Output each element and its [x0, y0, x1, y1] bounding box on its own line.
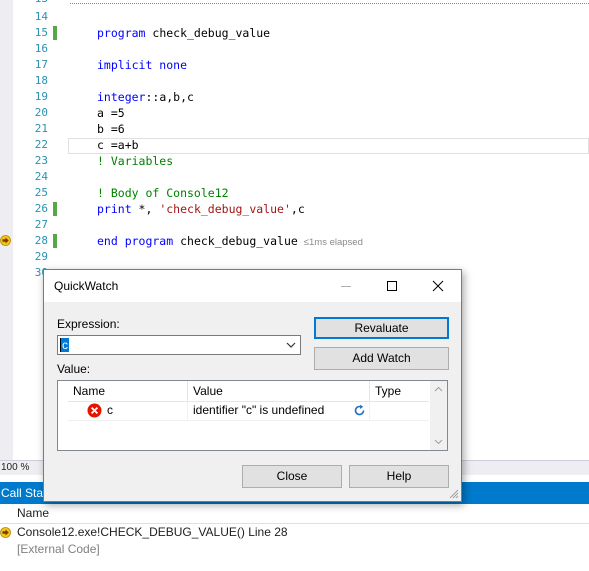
- refresh-icon[interactable]: [353, 404, 366, 417]
- line-number: 25: [34, 186, 48, 199]
- grid-header: Name Value Type: [68, 381, 429, 402]
- call-stack-row[interactable]: Console12.exe!CHECK_DEBUG_VALUE() Line 2…: [0, 524, 589, 541]
- expression-label: Expression:: [57, 317, 120, 331]
- maximize-button[interactable]: [369, 270, 415, 302]
- close-button[interactable]: Close: [242, 465, 342, 488]
- close-window-button[interactable]: [415, 270, 461, 302]
- code-line: 29: [0, 249, 589, 265]
- change-marker: [53, 26, 57, 40]
- code-line[interactable]: 20 a =5: [0, 105, 589, 121]
- help-button[interactable]: Help: [349, 465, 449, 488]
- code-text[interactable]: program check_debug_value: [97, 25, 270, 41]
- code-line[interactable]: 21 b =6: [0, 121, 589, 137]
- line-number: 21: [34, 122, 48, 135]
- frame-name: Console12.exe!CHECK_DEBUG_VALUE() Line 2…: [17, 525, 288, 539]
- code-comment[interactable]: ! Body of Console12: [97, 185, 229, 201]
- variable-name: c: [107, 403, 113, 417]
- type-cell[interactable]: [370, 401, 429, 420]
- variable-value: identifier "c" is undefined: [193, 403, 325, 417]
- change-marker: [53, 202, 57, 216]
- code-line: 18: [0, 73, 589, 89]
- reevaluate-button[interactable]: Revaluate: [314, 317, 449, 339]
- perf-tip[interactable]: ≤1ms elapsed: [304, 237, 363, 248]
- code-line[interactable]: 23 ! Variables: [0, 153, 589, 169]
- line-number: 24: [34, 170, 48, 183]
- close-icon: [432, 280, 444, 292]
- line-number: 16: [34, 42, 48, 55]
- code-line[interactable]: 17 implicit none: [0, 57, 589, 73]
- code-line[interactable]: 25 ! Body of Console12: [0, 185, 589, 201]
- code-line: 24: [0, 169, 589, 185]
- dialog-titlebar[interactable]: QuickWatch: [44, 270, 461, 302]
- grid-scrollbar[interactable]: [430, 381, 447, 450]
- code-line: 16: [0, 41, 589, 57]
- column-header-name[interactable]: Name: [68, 381, 188, 401]
- current-frame-arrow-icon: [0, 527, 11, 538]
- add-watch-button[interactable]: Add Watch: [314, 347, 449, 370]
- minimize-icon: [341, 286, 351, 287]
- call-stack-row[interactable]: [External Code]: [0, 541, 589, 558]
- watch-row[interactable]: c identifier "c" is undefined: [68, 401, 429, 421]
- value-grid[interactable]: Name Value Type c identifier "c" is unde…: [57, 380, 448, 451]
- line-number: 23: [34, 154, 48, 167]
- line-number: 22: [34, 138, 48, 151]
- code-line[interactable]: 19 integer::a,b,c: [0, 89, 589, 105]
- frame-name: [External Code]: [17, 542, 100, 556]
- quickwatch-dialog: QuickWatch Expression: c Revaluate Add W…: [43, 269, 462, 502]
- value-label: Value:: [57, 362, 91, 376]
- value-cell[interactable]: identifier "c" is undefined: [188, 401, 370, 420]
- line-number: 15: [34, 26, 48, 39]
- line-number: 18: [34, 74, 48, 87]
- code-line: 27: [0, 217, 589, 233]
- code-line[interactable]: 15 program check_debug_value: [0, 25, 589, 41]
- code-line: 14: [0, 9, 589, 25]
- minimize-button[interactable]: [323, 270, 369, 302]
- column-header-type[interactable]: Type: [370, 381, 429, 401]
- error-icon: [87, 403, 102, 418]
- code-text[interactable]: a =5: [97, 105, 125, 121]
- chevron-down-icon[interactable]: [286, 341, 296, 349]
- column-header-name[interactable]: Name: [17, 504, 49, 523]
- code-line: 13: [0, 0, 589, 7]
- resize-grip-icon[interactable]: [449, 489, 459, 499]
- column-header-value[interactable]: Value: [188, 381, 370, 401]
- code-line[interactable]: 26 print *, 'check_debug_value',c: [0, 201, 589, 217]
- text-caret: [60, 338, 61, 352]
- code-text[interactable]: implicit none: [97, 57, 187, 73]
- code-text[interactable]: b =6: [97, 121, 125, 137]
- current-statement-arrow-icon: [0, 235, 11, 246]
- line-number: 26: [34, 202, 48, 215]
- scroll-down-icon[interactable]: [434, 439, 443, 445]
- code-line[interactable]: 28 end program check_debug_value ≤1ms ela…: [0, 233, 589, 249]
- expression-input-text[interactable]: c: [61, 338, 69, 352]
- line-number: 13: [13, 0, 48, 7]
- line-number: 17: [34, 58, 48, 71]
- line-number: 20: [34, 106, 48, 119]
- line-number: 19: [34, 90, 48, 103]
- line-number: 28: [34, 234, 48, 247]
- dialog-title: QuickWatch: [54, 279, 119, 293]
- zoom-level[interactable]: 100 %: [1, 461, 29, 475]
- code-text[interactable]: integer::a,b,c: [97, 89, 194, 105]
- code-comment[interactable]: ! Variables: [97, 153, 173, 169]
- expression-combobox[interactable]: c: [57, 335, 301, 355]
- code-text[interactable]: print *, 'check_debug_value',c: [97, 201, 305, 217]
- code-line[interactable]: 22 c =a+b: [0, 137, 589, 153]
- scroll-up-icon[interactable]: [434, 386, 443, 392]
- change-marker: [53, 234, 57, 248]
- line-number: 29: [34, 250, 48, 263]
- name-cell[interactable]: c: [68, 401, 188, 420]
- call-stack-header[interactable]: Name: [0, 504, 589, 524]
- maximize-icon: [387, 281, 397, 291]
- line-number: 14: [34, 10, 48, 23]
- code-text[interactable]: c =a+b: [97, 137, 139, 153]
- line-number: 27: [34, 218, 48, 231]
